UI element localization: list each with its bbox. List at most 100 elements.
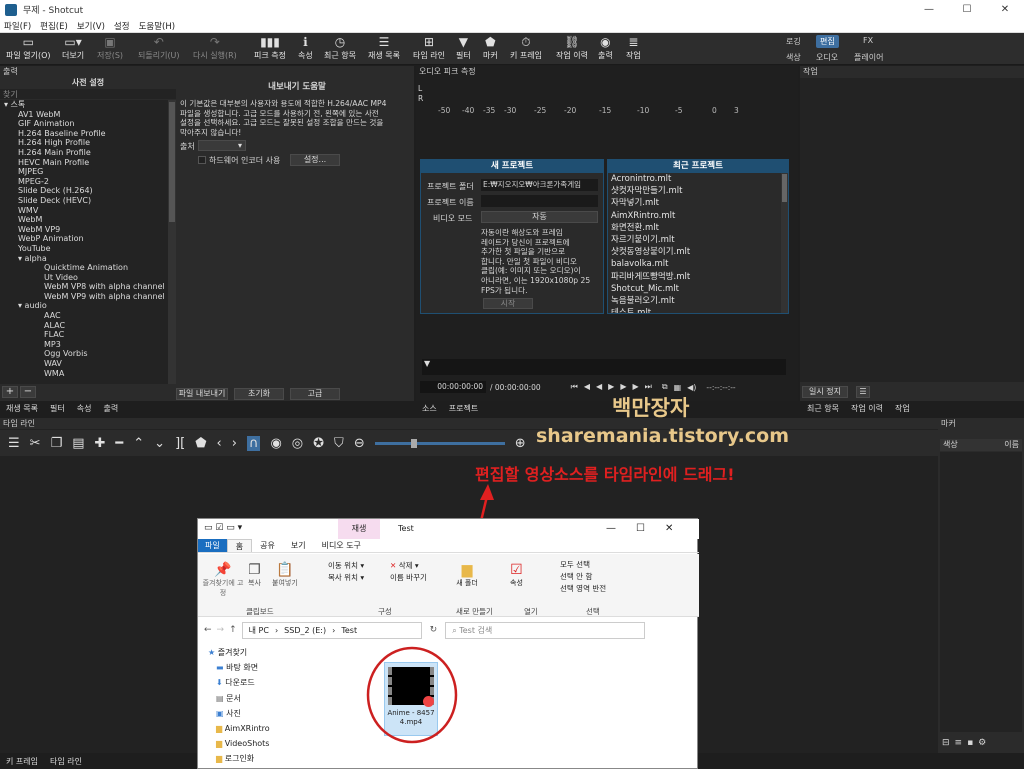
- rename-button[interactable]: 이름 바꾸기: [390, 572, 427, 584]
- paste-icon[interactable]: ▤: [72, 436, 84, 451]
- copy-button[interactable]: ❐ 복사: [248, 562, 261, 588]
- delete-button[interactable]: ✕ 삭제 ▾: [390, 560, 427, 572]
- new-folder-button[interactable]: ▆ 새 폴더: [454, 562, 480, 588]
- tab-filters[interactable]: 필터: [50, 403, 65, 415]
- layout-color[interactable]: 색상: [782, 51, 805, 64]
- remove-preset-button[interactable]: −: [20, 386, 36, 398]
- playlist-button[interactable]: ☰ 재생 목록: [368, 35, 400, 61]
- layout-editing[interactable]: 편집: [816, 35, 839, 48]
- back-icon[interactable]: ←: [204, 625, 212, 635]
- select-all-button[interactable]: 모두 선택: [560, 559, 606, 571]
- ripple-icon[interactable]: ◎: [292, 436, 303, 451]
- recent-button[interactable]: ◷ 최근 항목: [324, 35, 356, 61]
- nav-item[interactable]: ⬇ 다운로드: [208, 675, 358, 690]
- nav-item[interactable]: ▤ 문서: [208, 691, 358, 706]
- recent-scrollbar[interactable]: [781, 173, 788, 313]
- context-tab-play[interactable]: 재생: [338, 519, 380, 539]
- add-preset-button[interactable]: +: [2, 386, 18, 398]
- undo-button[interactable]: ↶ 되돌리기(U): [138, 35, 180, 61]
- scrub-bar[interactable]: ▼: [422, 359, 786, 375]
- tab-playlist[interactable]: 재생 목록: [6, 403, 38, 415]
- nav-item[interactable]: ▆ AimXRintro: [208, 721, 358, 736]
- export-button[interactable]: ◉ 출력: [598, 35, 613, 61]
- tab-export[interactable]: 출력: [103, 403, 118, 415]
- split-icon[interactable]: ][: [175, 436, 185, 451]
- project-name-field[interactable]: [481, 195, 598, 207]
- recent-project-item[interactable]: Shotcut_Mic.mlt: [608, 283, 788, 295]
- save-button[interactable]: ▣ 저장(S): [97, 35, 123, 61]
- peak-meter-button[interactable]: ▮▮▮ 피크 측정: [254, 35, 286, 61]
- copy-icon[interactable]: ❐: [51, 436, 63, 451]
- cut-icon[interactable]: ✂: [30, 436, 41, 451]
- explorer-window-buttons[interactable]: —☐✕: [606, 523, 693, 534]
- overwrite-icon[interactable]: ⌄: [154, 436, 165, 451]
- preset-item[interactable]: WebM: [0, 215, 168, 225]
- export-file-button[interactable]: 파일 내보내기: [176, 388, 228, 400]
- recent-project-item[interactable]: 화면전환.mlt: [608, 222, 788, 234]
- preset-item[interactable]: GIF Animation: [0, 119, 168, 129]
- preset-item[interactable]: WMA: [0, 369, 168, 379]
- recent-project-item[interactable]: AimXRintro.mlt: [608, 210, 788, 222]
- forward-icon[interactable]: →: [217, 625, 225, 635]
- marker-button[interactable]: ⬟ 마커: [483, 35, 498, 61]
- preset-item[interactable]: Quicktime Animation: [0, 263, 168, 273]
- up-icon[interactable]: ↑: [229, 625, 237, 635]
- snap-icon[interactable]: ∩: [246, 435, 261, 451]
- preset-item[interactable]: HEVC Main Profile: [0, 158, 168, 168]
- menu-view[interactable]: 보기(V): [77, 20, 105, 32]
- transport-controls[interactable]: ⏮◀◀▶▶▶⏭: [571, 382, 658, 392]
- jobs-menu-button[interactable]: ☰: [856, 386, 870, 398]
- nav-item[interactable]: ▣ 사진: [208, 706, 358, 721]
- preset-item[interactable]: WebM VP9 with alpha channel: [0, 292, 168, 302]
- nav-item[interactable]: ▬ 바탕 화면: [208, 660, 358, 675]
- preset-item[interactable]: MJPEG: [0, 167, 168, 177]
- recent-project-item[interactable]: 테스트.mlt: [608, 307, 788, 313]
- append-icon[interactable]: ✚: [95, 436, 106, 451]
- more-button[interactable]: ▭▾ 더보기: [62, 35, 84, 61]
- properties-button[interactable]: ℹ 속성: [298, 35, 313, 61]
- encoder-settings-button[interactable]: 설정...: [290, 154, 340, 166]
- preset-item[interactable]: Ogg Vorbis: [0, 349, 168, 359]
- markers-controls[interactable]: ⊟≡▪⚙: [942, 738, 991, 748]
- tab-recent[interactable]: 최근 항목: [807, 403, 839, 414]
- next-marker-icon[interactable]: ›: [232, 436, 237, 451]
- preset-item[interactable]: MPEG-2: [0, 177, 168, 187]
- zoom-in-icon[interactable]: ⊕: [515, 436, 526, 451]
- prev-marker-icon[interactable]: ‹: [217, 436, 222, 451]
- copy-to-button[interactable]: 복사 위치 ▾: [328, 572, 364, 584]
- preset-item[interactable]: ▾ audio: [0, 301, 168, 311]
- recent-project-item[interactable]: 파리바게뜨빵먹방.mlt: [608, 271, 788, 283]
- marker-add-icon[interactable]: ⬟: [195, 436, 206, 451]
- tab-timeline[interactable]: 타임 라인: [50, 756, 82, 767]
- preset-item[interactable]: ▾ 스톡: [0, 100, 168, 110]
- hw-encoder-checkbox[interactable]: [198, 156, 206, 164]
- preset-scrollbar[interactable]: [168, 100, 176, 384]
- history-button[interactable]: ⛓ 작업 이력: [556, 35, 588, 61]
- recent-project-item[interactable]: 자르기붙이기.mlt: [608, 234, 788, 246]
- recent-project-item[interactable]: balavolka.mlt: [608, 258, 788, 270]
- remove-icon[interactable]: ━: [115, 436, 123, 451]
- tab-project[interactable]: 프로젝트: [449, 403, 478, 414]
- tab-home[interactable]: 홈: [226, 539, 253, 552]
- zoom-out-icon[interactable]: ⊖: [354, 436, 365, 451]
- preset-item[interactable]: Ut Video: [0, 273, 168, 283]
- current-timecode-field[interactable]: 00:00:00:00: [420, 381, 486, 393]
- preset-item[interactable]: ▾ alpha: [0, 254, 168, 264]
- layout-logging[interactable]: 로깅: [782, 35, 805, 48]
- preset-item[interactable]: Slide Deck (HEVC): [0, 196, 168, 206]
- ripple-markers-icon[interactable]: ⛉: [334, 436, 344, 451]
- tab-history[interactable]: 작업 이력: [851, 403, 883, 414]
- preset-item[interactable]: WebP Animation: [0, 234, 168, 244]
- refresh-icon[interactable]: ↻: [430, 625, 438, 635]
- filter-button[interactable]: ▼ 필터: [456, 35, 471, 61]
- preset-item[interactable]: H.264 High Profile: [0, 138, 168, 148]
- tab-view[interactable]: 보기: [283, 539, 314, 552]
- jobs-button[interactable]: ≣ 작업: [626, 35, 641, 61]
- grid-icon[interactable]: ▦: [674, 383, 682, 392]
- lift-icon[interactable]: ⌃: [133, 436, 144, 451]
- recent-project-item[interactable]: 녹음불러오기.mlt: [608, 295, 788, 307]
- pause-jobs-button[interactable]: 일시 정지: [802, 386, 848, 398]
- tab-share[interactable]: 공유: [252, 539, 283, 552]
- tab-jobs[interactable]: 작업: [895, 403, 910, 414]
- source-dropdown[interactable]: ▾: [198, 140, 246, 151]
